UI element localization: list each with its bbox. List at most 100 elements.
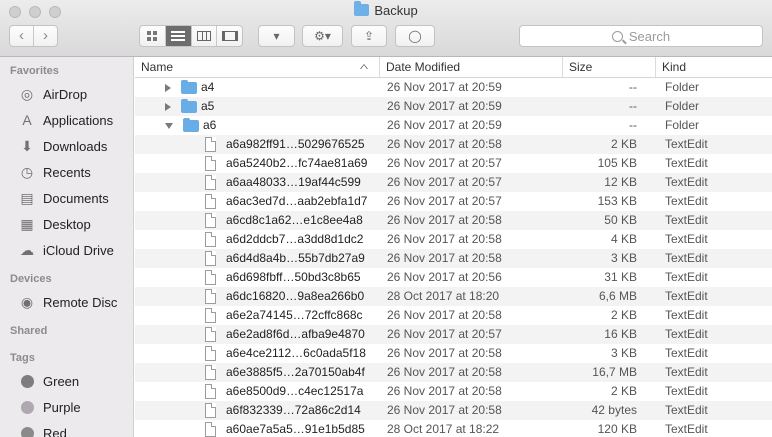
file-kind: TextEdit	[665, 422, 708, 436]
file-row[interactable]: a6a982ff91…5029676525 26 Nov 2017 at 20:5…	[135, 135, 772, 154]
file-row[interactable]: a6ac3ed7d…aab2ebfa1d7 26 Nov 2017 at 20:5…	[135, 192, 772, 211]
folder-icon	[183, 117, 199, 132]
column-header-kind[interactable]: Kind	[655, 57, 772, 78]
sidebar-item-applications[interactable]: A Applications	[0, 107, 133, 133]
file-row[interactable]: a6f832339…72a86c2d14 26 Nov 2017 at 20:58…	[135, 401, 772, 420]
disclosure-expanded-icon[interactable]	[165, 122, 173, 129]
file-row[interactable]: a6d2ddcb7…a3dd8d1dc2 26 Nov 2017 at 20:58…	[135, 230, 772, 249]
file-size: 4 KB	[610, 232, 637, 246]
column-header-date-label: Date Modified	[386, 60, 461, 74]
file-kind: TextEdit	[665, 232, 708, 246]
row-name-cell: a6e2ad8f6d…afba9e4870	[205, 325, 365, 344]
file-name: a6a5240b2…fc74ae81a69	[226, 156, 368, 170]
airdrop-icon: ◎	[20, 85, 34, 102]
file-row[interactable]: a6a5240b2…fc74ae81a69 26 Nov 2017 at 20:5…	[135, 154, 772, 173]
file-row[interactable]: a6e2ad8f6d…afba9e4870 26 Nov 2017 at 20:5…	[135, 325, 772, 344]
file-name: a6cd8c1a62…e1c8ee4a8	[226, 213, 363, 227]
file-size: --	[629, 80, 637, 94]
disclosure-collapsed-icon[interactable]	[165, 102, 171, 111]
file-row[interactable]: a6e3885f5…2a70150ab4f 26 Nov 2017 at 20:5…	[135, 363, 772, 382]
downloads-icon: ⬇	[21, 137, 33, 154]
file-row[interactable]: a6aa48033…19af44c599 26 Nov 2017 at 20:57…	[135, 173, 772, 192]
file-row[interactable]: a60ae7a5a5…91e1b5d85 28 Oct 2017 at 18:22…	[135, 420, 772, 437]
file-row[interactable]: a6e8500d9…c4ec12517a 26 Nov 2017 at 20:58…	[135, 382, 772, 401]
file-name: a6a982ff91…5029676525	[226, 137, 365, 151]
sidebar-item-recents[interactable]: ◷ Recents	[0, 159, 133, 185]
search-input[interactable]: Search	[519, 25, 763, 47]
file-name: a6e2a74145…72cffc868c	[226, 308, 363, 322]
file-size: 120 KB	[597, 422, 637, 436]
file-name: a4	[201, 80, 215, 94]
disclosure-collapsed-icon[interactable]	[165, 83, 171, 92]
sidebar-item-icloud-drive[interactable]: ☁ iCloud Drive	[0, 237, 133, 263]
document-icon	[205, 346, 216, 361]
document-icon	[205, 422, 216, 437]
file-size: 6,6 MB	[598, 289, 637, 303]
file-size: 42 bytes	[591, 403, 637, 417]
row-name-cell: a6dc16820…9a8ea266b0	[205, 287, 364, 306]
column-header-name-label: Name	[141, 60, 174, 74]
share-button[interactable]: ⇪	[351, 25, 387, 47]
window-title: Backup	[0, 1, 772, 18]
date-modified: 26 Nov 2017 at 20:57	[387, 156, 502, 170]
document-icon	[205, 365, 216, 380]
file-kind: TextEdit	[665, 270, 708, 284]
column-header-size[interactable]: Size	[562, 57, 655, 78]
column-header-name[interactable]: Name	[135, 57, 379, 78]
sidebar-item-airdrop[interactable]: ◎ AirDrop	[0, 81, 133, 107]
sidebar-item-label: Documents	[43, 190, 109, 206]
document-icon	[205, 327, 216, 342]
sidebar-tag-purple[interactable]: Purple	[0, 394, 133, 420]
file-size: 105 KB	[597, 156, 637, 170]
view-mode-selector	[139, 25, 243, 47]
action-button[interactable]: ⚙▾	[302, 25, 343, 47]
tag-color-icon	[17, 397, 37, 417]
column-header-date[interactable]: Date Modified	[379, 57, 562, 78]
sidebar-item-remote-disc[interactable]: ◉ Remote Disc	[0, 289, 133, 315]
file-name: a6f832339…72a86c2d14	[226, 403, 361, 417]
sidebar-item-label: Applications	[43, 112, 114, 128]
file-row[interactable]: a6dc16820…9a8ea266b0 28 Oct 2017 at 18:20…	[135, 287, 772, 306]
file-name: a6dc16820…9a8ea266b0	[226, 289, 365, 303]
sidebar: Favorites ◎ AirDrop A Applications ⬇ Download…	[0, 57, 134, 437]
arrange-button[interactable]: ▾	[258, 25, 295, 47]
folder-row[interactable]: a5 26 Nov 2017 at 20:59 -- Folder	[135, 97, 772, 116]
arrange-icon: ▾	[273, 29, 280, 43]
row-name-cell: a6e8500d9…c4ec12517a	[205, 382, 363, 401]
file-row[interactable]: a6e4ce2112…6c0ada5f18 26 Nov 2017 at 20:5…	[135, 344, 772, 363]
document-icon	[205, 194, 216, 209]
file-row[interactable]: a6d698fbff…50bd3c8b65 26 Nov 2017 at 20:5…	[135, 268, 772, 287]
date-modified: 26 Nov 2017 at 20:58	[387, 308, 502, 322]
sidebar-tag-green[interactable]: Green	[0, 368, 133, 394]
file-row[interactable]: a6e2a74145…72cffc868c 26 Nov 2017 at 20:5…	[135, 306, 772, 325]
sidebar-section-tags: Tags	[10, 352, 35, 364]
list-view-button[interactable]	[164, 26, 191, 46]
folder-row[interactable]: a6 26 Nov 2017 at 20:59 -- Folder	[135, 116, 772, 135]
date-modified: 28 Oct 2017 at 18:22	[387, 422, 500, 436]
sidebar-item-desktop[interactable]: ▦ Desktop	[0, 211, 133, 237]
back-button[interactable]: ‹	[10, 26, 33, 46]
forward-button[interactable]: ›	[33, 26, 57, 46]
column-header: Name Date Modified Size Kind	[135, 57, 772, 78]
file-row[interactable]: a6d4d8a4b…55b7db27a9 26 Nov 2017 at 20:58…	[135, 249, 772, 268]
file-kind: Folder	[665, 118, 700, 132]
icon-view-button[interactable]	[140, 26, 165, 46]
file-row[interactable]: a6cd8c1a62…e1c8ee4a8 26 Nov 2017 at 20:58…	[135, 211, 772, 230]
column-view-button[interactable]	[190, 26, 217, 46]
edit-tags-button[interactable]: ◯	[395, 25, 435, 47]
sidebar-item-label: Downloads	[43, 138, 108, 154]
cover-flow-button[interactable]	[216, 26, 242, 46]
sidebar-item-documents[interactable]: ▤ Documents	[0, 185, 133, 211]
date-modified: 26 Nov 2017 at 20:58	[387, 365, 502, 379]
sidebar-item-downloads[interactable]: ⬇ Downloads	[0, 133, 133, 159]
date-modified: 28 Oct 2017 at 18:20	[387, 289, 500, 303]
date-modified: 26 Nov 2017 at 20:58	[387, 403, 502, 417]
window-toolbar: Backup ‹ › ▾ ⚙▾ ⇪ ◯ Search	[0, 0, 772, 57]
icon-view-icon	[147, 31, 158, 41]
file-kind: TextEdit	[665, 365, 708, 379]
file-name: a6d698fbff…50bd3c8b65	[226, 270, 361, 284]
tag-dot-icon	[20, 400, 34, 414]
sidebar-tag-red[interactable]: Red	[0, 420, 133, 437]
file-kind: Folder	[665, 80, 700, 94]
folder-row[interactable]: a4 26 Nov 2017 at 20:59 -- Folder	[135, 78, 772, 97]
